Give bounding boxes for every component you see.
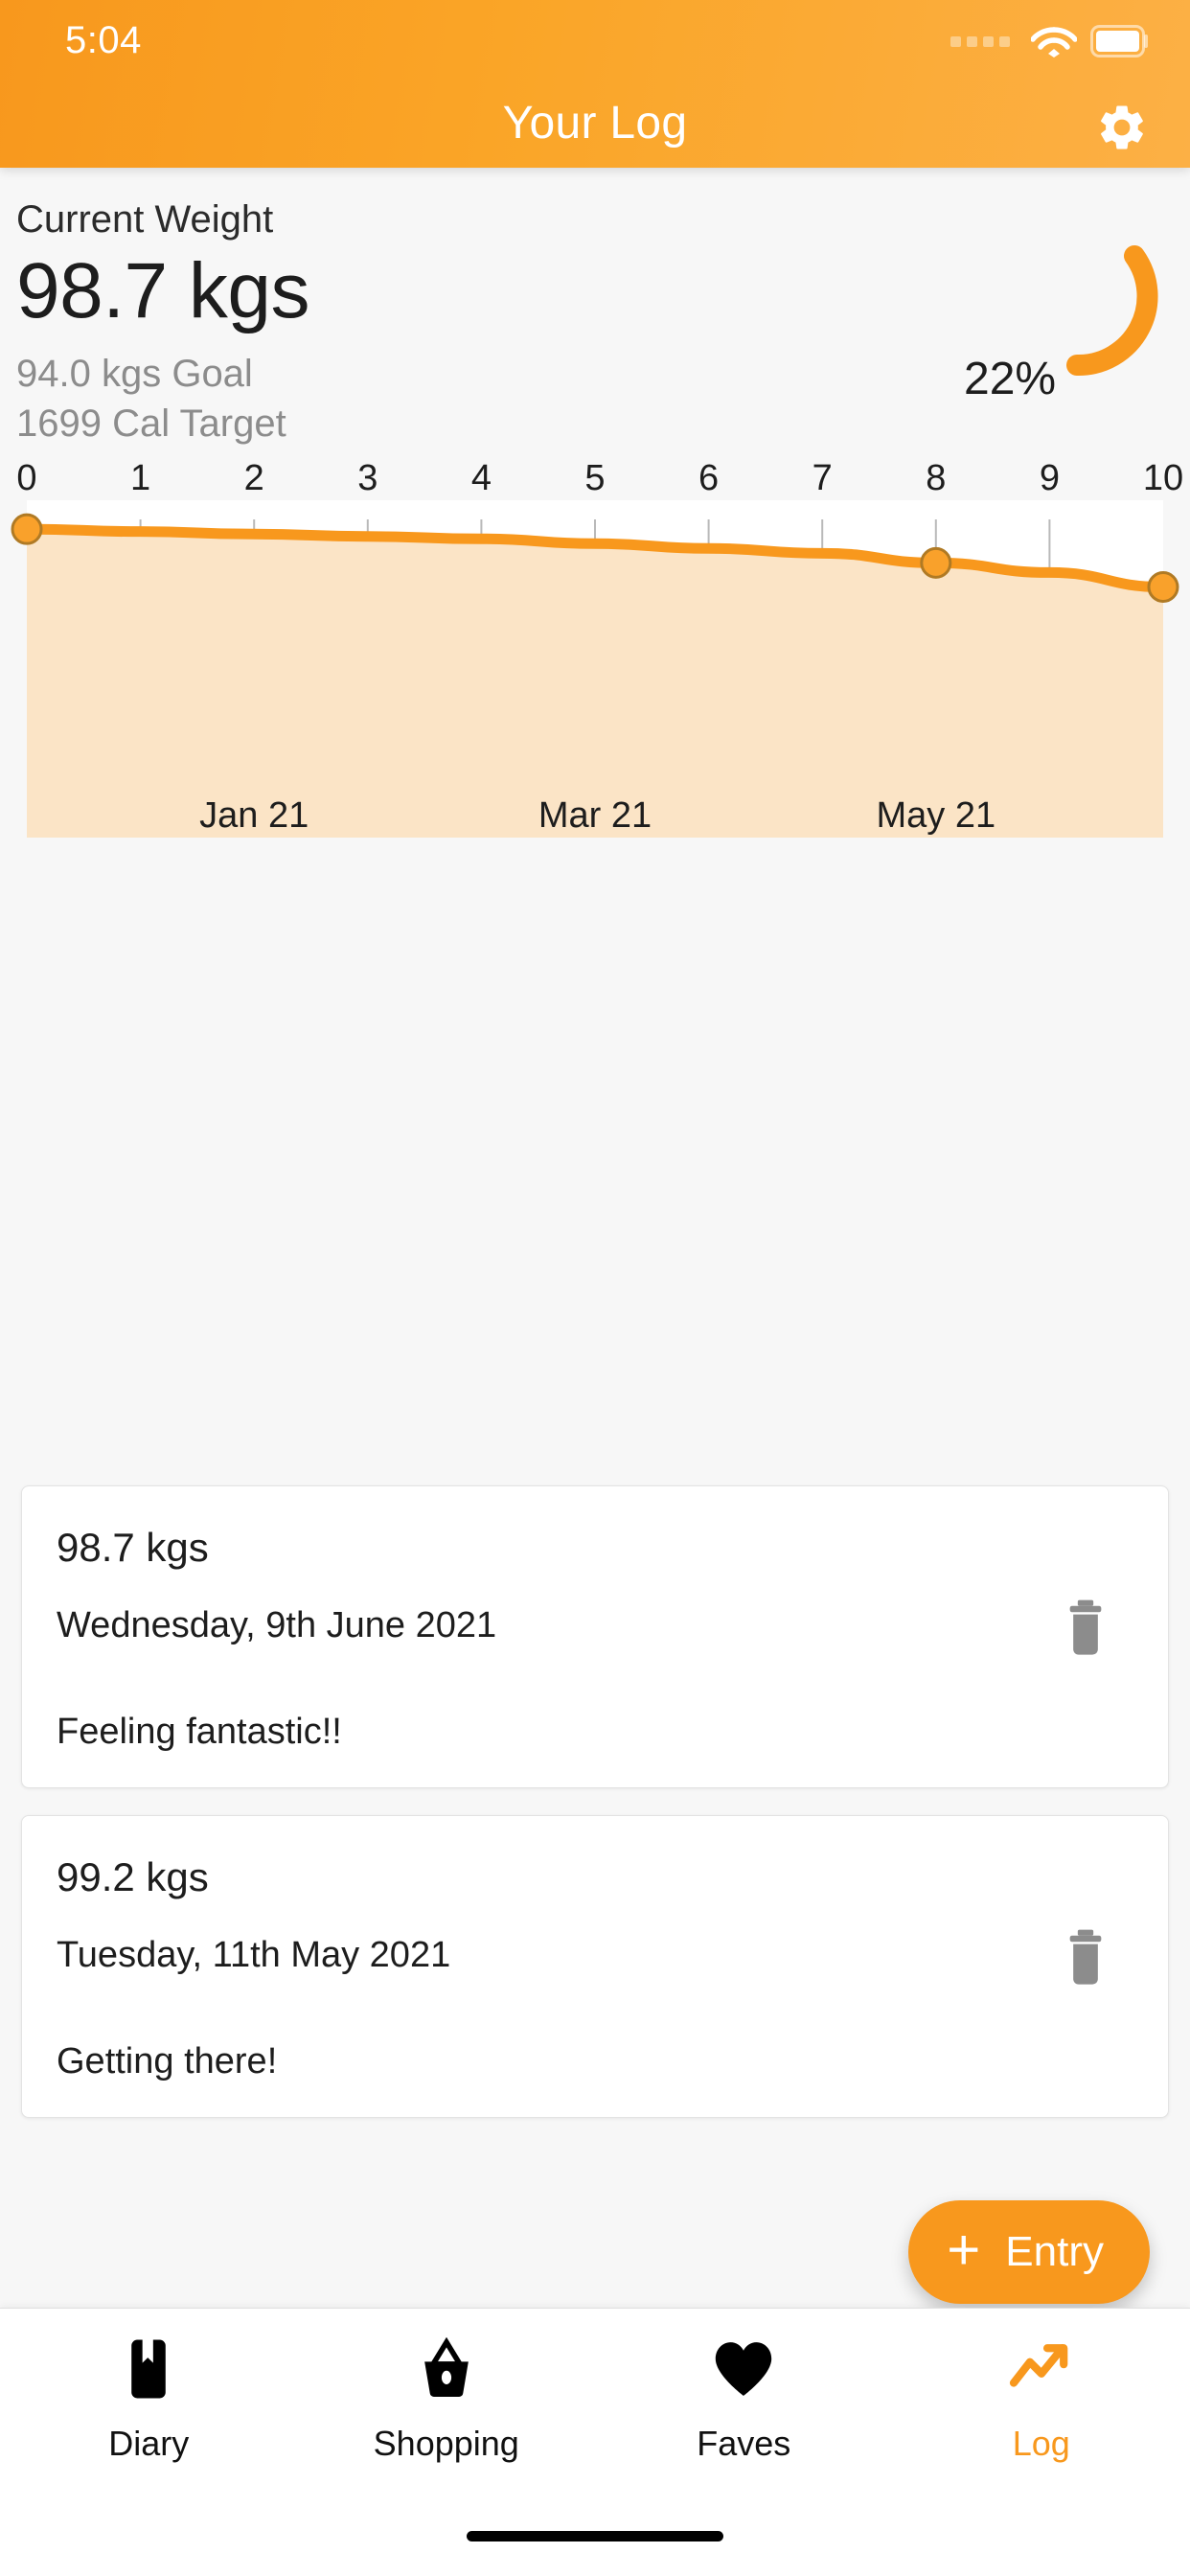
chart-date-labels: Jan 21 Mar 21 May 21 bbox=[0, 795, 1190, 853]
tab-log[interactable]: Log bbox=[893, 2334, 1190, 2464]
entry-list: 98.7 kgs Wednesday, 9th June 2021 Feeling … bbox=[0, 1485, 1190, 2145]
chart-x-tick: 0 bbox=[16, 458, 37, 498]
chart-data-point[interactable] bbox=[11, 513, 43, 545]
wifi-icon bbox=[1031, 24, 1077, 58]
current-weight-value: 98.7 kgs bbox=[16, 247, 309, 334]
settings-button[interactable] bbox=[1092, 100, 1152, 159]
goal-weight-label: 94.0 kgs Goal bbox=[16, 353, 253, 395]
add-entry-label: Entry bbox=[1005, 2228, 1104, 2275]
chart-x-tick: 10 bbox=[1142, 458, 1184, 498]
chart-date-tick: Mar 21 bbox=[538, 795, 652, 836]
chart-x-tick: 3 bbox=[357, 458, 378, 498]
delete-entry-button[interactable] bbox=[1059, 1929, 1112, 1989]
chart-x-tick: 7 bbox=[812, 458, 833, 498]
entry-date: Tuesday, 11th May 2021 bbox=[57, 1935, 451, 1975]
chart-x-tick: 9 bbox=[1039, 458, 1060, 498]
chart-x-tick-labels: 0 1 2 3 4 5 6 7 8 9 10 bbox=[0, 458, 1190, 504]
app-bar: Your Log bbox=[0, 77, 1190, 168]
basket-icon bbox=[415, 2334, 478, 2404]
tab-diary[interactable]: Diary bbox=[0, 2334, 298, 2464]
chart-x-tick: 8 bbox=[926, 458, 947, 498]
plus-icon: + bbox=[947, 2218, 981, 2282]
entry-note: Getting there! bbox=[57, 2041, 278, 2082]
app-header: 5:04 Your Log bbox=[0, 0, 1190, 168]
add-entry-button[interactable]: + Entry bbox=[908, 2200, 1150, 2304]
delete-entry-button[interactable] bbox=[1059, 1599, 1112, 1659]
chart-data-point[interactable] bbox=[920, 546, 952, 579]
trash-icon bbox=[1059, 1929, 1112, 1992]
chart-x-tick: 5 bbox=[584, 458, 606, 498]
chart-x-tick: 1 bbox=[130, 458, 151, 498]
chart-x-tick: 6 bbox=[698, 458, 720, 498]
trending-up-icon bbox=[1009, 2334, 1074, 2404]
chart-x-tick: 4 bbox=[470, 458, 492, 498]
app-screen: 5:04 Your Log Current Weight 98.7 kgs 94… bbox=[0, 0, 1190, 2576]
chart-data-point[interactable] bbox=[1147, 571, 1179, 604]
tab-label: Log bbox=[1012, 2424, 1070, 2463]
tab-label: Faves bbox=[697, 2424, 791, 2463]
home-indicator bbox=[467, 2531, 723, 2542]
heart-icon bbox=[712, 2334, 775, 2404]
gear-icon bbox=[1095, 101, 1149, 159]
trash-icon bbox=[1059, 1599, 1112, 1663]
calorie-target-label: 1699 Cal Target bbox=[16, 402, 286, 445]
chart-date-tick: May 21 bbox=[876, 795, 996, 836]
progress-ring: 22% bbox=[964, 237, 1169, 404]
chart-x-tick: 2 bbox=[243, 458, 264, 498]
tab-shopping[interactable]: Shopping bbox=[298, 2334, 596, 2464]
entry-note: Feeling fantastic!! bbox=[57, 1712, 342, 1752]
status-bar-icons bbox=[950, 24, 1150, 58]
battery-icon bbox=[1090, 25, 1150, 58]
status-bar: 5:04 bbox=[0, 0, 1190, 77]
chart-date-tick: Jan 21 bbox=[199, 795, 309, 836]
book-icon bbox=[119, 2334, 178, 2404]
entry-date: Wednesday, 9th June 2021 bbox=[57, 1605, 497, 1645]
progress-percent: 22% bbox=[964, 354, 1057, 404]
entry-weight: 99.2 kgs bbox=[57, 1854, 209, 1899]
entry-weight: 98.7 kgs bbox=[57, 1525, 209, 1570]
status-bar-time: 5:04 bbox=[65, 19, 142, 61]
weight-chart: 0 1 2 3 4 5 6 7 8 9 10 Jan 21 Mar 21 May 21 bbox=[0, 458, 1190, 861]
tab-label: Diary bbox=[108, 2424, 190, 2463]
entry-card[interactable]: 98.7 kgs Wednesday, 9th June 2021 Feeling … bbox=[21, 1485, 1169, 1788]
tab-label: Shopping bbox=[373, 2424, 519, 2463]
signal-dots-icon bbox=[950, 35, 1010, 47]
tab-faves[interactable]: Faves bbox=[595, 2334, 893, 2464]
page-title: Your Log bbox=[502, 98, 688, 149]
entry-card[interactable]: 99.2 kgs Tuesday, 11th May 2021 Getting th… bbox=[21, 1815, 1169, 2118]
bottom-navigation: Diary Shopping Faves Log bbox=[0, 2308, 1190, 2576]
current-weight-label: Current Weight bbox=[16, 198, 274, 241]
